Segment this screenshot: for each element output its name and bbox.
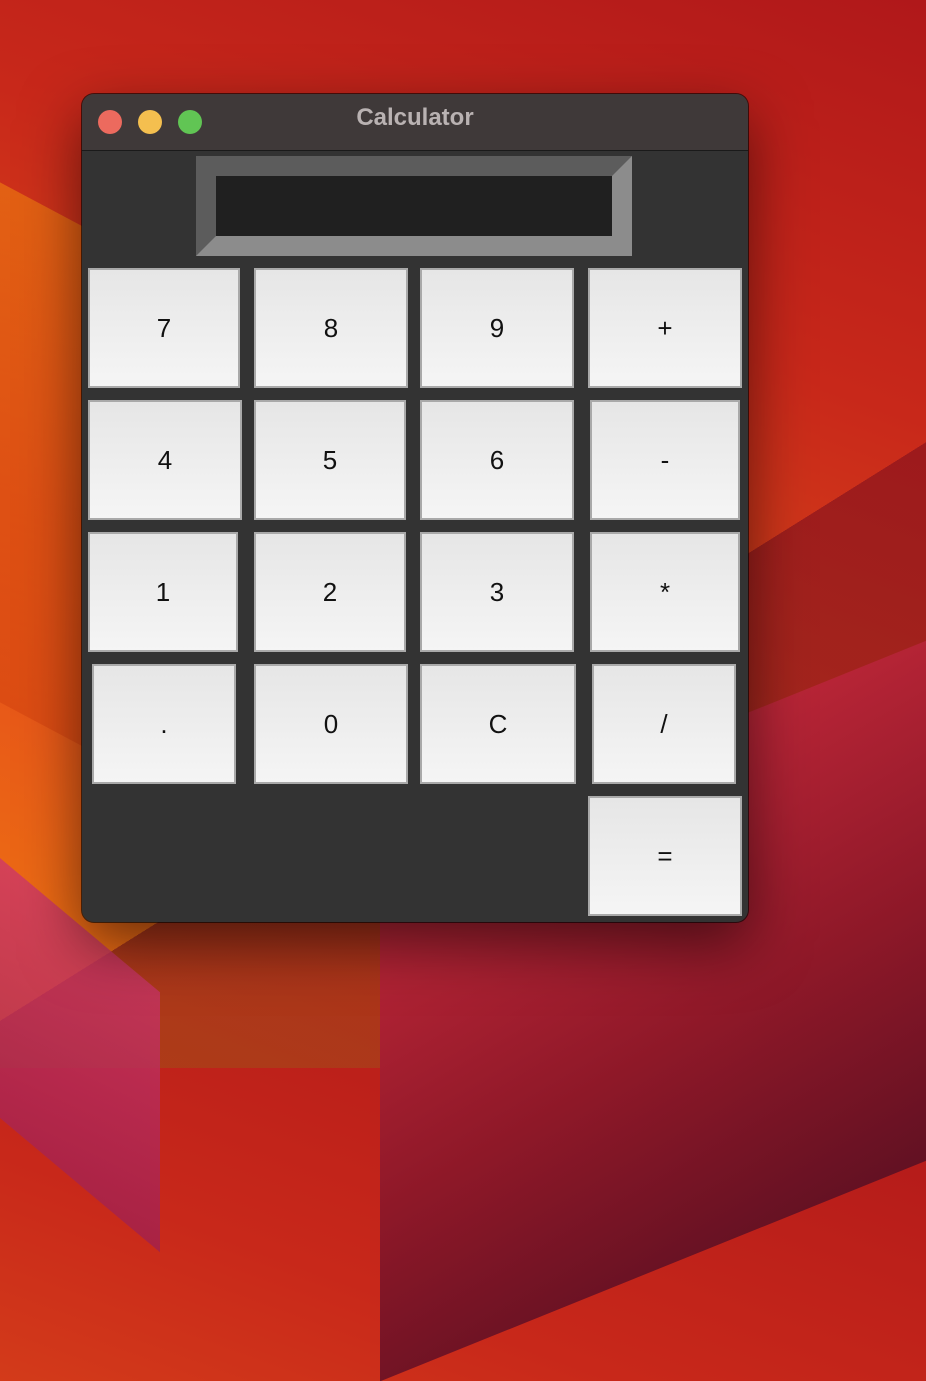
key-decimal[interactable]: . bbox=[92, 664, 236, 784]
key-equals[interactable]: = bbox=[588, 796, 742, 916]
key-clear[interactable]: C bbox=[420, 664, 576, 784]
key-3[interactable]: 3 bbox=[420, 532, 574, 652]
calculator-window: Calculator 7 8 9 + 4 5 6 - 1 2 3 * . 0 C… bbox=[82, 94, 748, 922]
key-6[interactable]: 6 bbox=[420, 400, 574, 520]
key-divide[interactable]: / bbox=[592, 664, 736, 784]
key-4[interactable]: 4 bbox=[88, 400, 242, 520]
calculator-display bbox=[196, 156, 632, 256]
key-2[interactable]: 2 bbox=[254, 532, 406, 652]
title-bar[interactable]: Calculator bbox=[82, 94, 748, 151]
key-5[interactable]: 5 bbox=[254, 400, 406, 520]
key-0[interactable]: 0 bbox=[254, 664, 408, 784]
key-8[interactable]: 8 bbox=[254, 268, 408, 388]
key-multiply[interactable]: * bbox=[590, 532, 740, 652]
key-1[interactable]: 1 bbox=[88, 532, 238, 652]
key-7[interactable]: 7 bbox=[88, 268, 240, 388]
window-title: Calculator bbox=[356, 104, 474, 131]
key-plus[interactable]: + bbox=[588, 268, 742, 388]
key-9[interactable]: 9 bbox=[420, 268, 574, 388]
key-minus[interactable]: - bbox=[590, 400, 740, 520]
